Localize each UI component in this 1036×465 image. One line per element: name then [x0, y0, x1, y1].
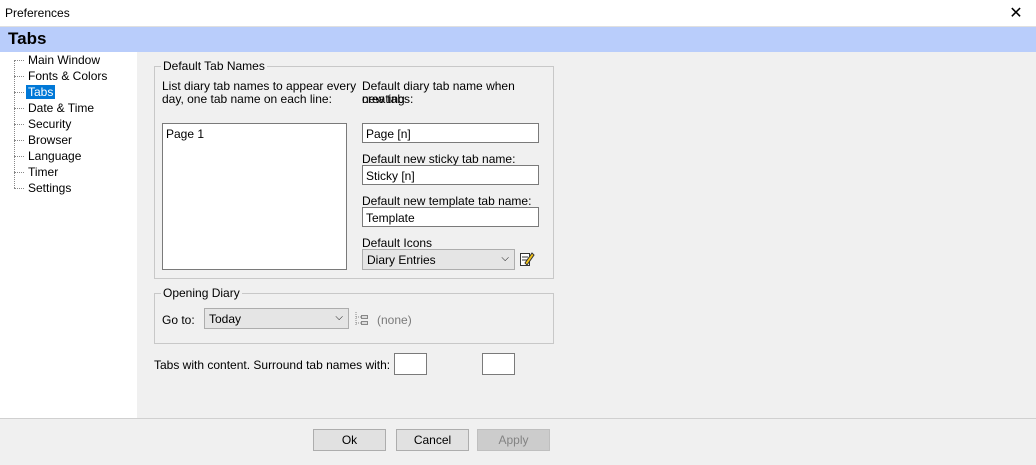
- ok-button[interactable]: Ok: [313, 429, 386, 451]
- goto-select[interactable]: Today ⌵: [204, 308, 349, 329]
- default-icons-select[interactable]: Diary Entries ⌵: [362, 249, 515, 270]
- page-title: Tabs: [8, 29, 47, 48]
- opening-diary-group: Opening Diary Go to: Today ⌵ (none): [154, 286, 554, 344]
- tree-item-tabs[interactable]: Tabs: [14, 84, 56, 100]
- page-header: Tabs: [0, 27, 1036, 52]
- goto-label: Go to:: [162, 313, 195, 327]
- tree-item-browser[interactable]: Browser: [14, 132, 74, 148]
- edit-pencil-icon[interactable]: [519, 250, 535, 268]
- tab-names-list[interactable]: Page 1: [162, 123, 347, 270]
- tree-item-date-time[interactable]: Date & Time: [14, 100, 96, 116]
- surround-label: Tabs with content. Surround tab names wi…: [154, 358, 391, 372]
- surround-right-field[interactable]: [482, 353, 515, 375]
- default-tab-name-field[interactable]: Page [n]: [362, 123, 539, 143]
- tree-outline-icon[interactable]: [353, 311, 369, 327]
- goto-value: Today: [209, 312, 242, 326]
- default-icons-value: Diary Entries: [367, 253, 436, 267]
- surround-left-field[interactable]: [394, 353, 427, 375]
- category-tree: Main Window Fonts & Colors Tabs Date & T…: [0, 52, 137, 418]
- none-text: (none): [377, 313, 412, 327]
- opening-diary-legend: Opening Diary: [161, 286, 242, 300]
- tree-item-language[interactable]: Language: [14, 148, 83, 164]
- content-panel: Default Tab Names List diary tab names t…: [138, 52, 1036, 418]
- tree-item-security[interactable]: Security: [14, 116, 73, 132]
- tree-item-fonts-colors[interactable]: Fonts & Colors: [14, 68, 109, 84]
- default-tab-names-group: Default Tab Names List diary tab names t…: [154, 59, 554, 279]
- sticky-tab-name-field[interactable]: Sticky [n]: [362, 165, 539, 185]
- tab-names-list-value: Page 1: [166, 127, 205, 141]
- tree-item-settings[interactable]: Settings: [14, 180, 73, 196]
- button-bar-divider: [0, 418, 1036, 419]
- tree-item-timer[interactable]: Timer: [14, 164, 60, 180]
- default-tab-name-value: Page [n]: [366, 127, 411, 141]
- create-label-line2: new tabs:: [362, 92, 414, 106]
- chevron-down-icon: ⌵: [501, 253, 509, 264]
- sticky-tab-name-value: Sticky [n]: [366, 169, 415, 183]
- chevron-down-icon: ⌵: [335, 312, 343, 323]
- window-title: Preferences: [5, 6, 70, 20]
- apply-button[interactable]: Apply: [477, 429, 550, 451]
- title-bar: Preferences ✕: [0, 0, 1036, 27]
- cancel-button[interactable]: Cancel: [396, 429, 469, 451]
- tree-item-main-window[interactable]: Main Window: [14, 52, 102, 68]
- close-icon[interactable]: ✕: [1002, 3, 1030, 23]
- default-tab-names-legend: Default Tab Names: [161, 59, 267, 73]
- list-label-line2: day, one tab name on each line:: [162, 92, 332, 106]
- template-tab-name-field[interactable]: Template: [362, 207, 539, 227]
- template-tab-name-value: Template: [366, 211, 415, 225]
